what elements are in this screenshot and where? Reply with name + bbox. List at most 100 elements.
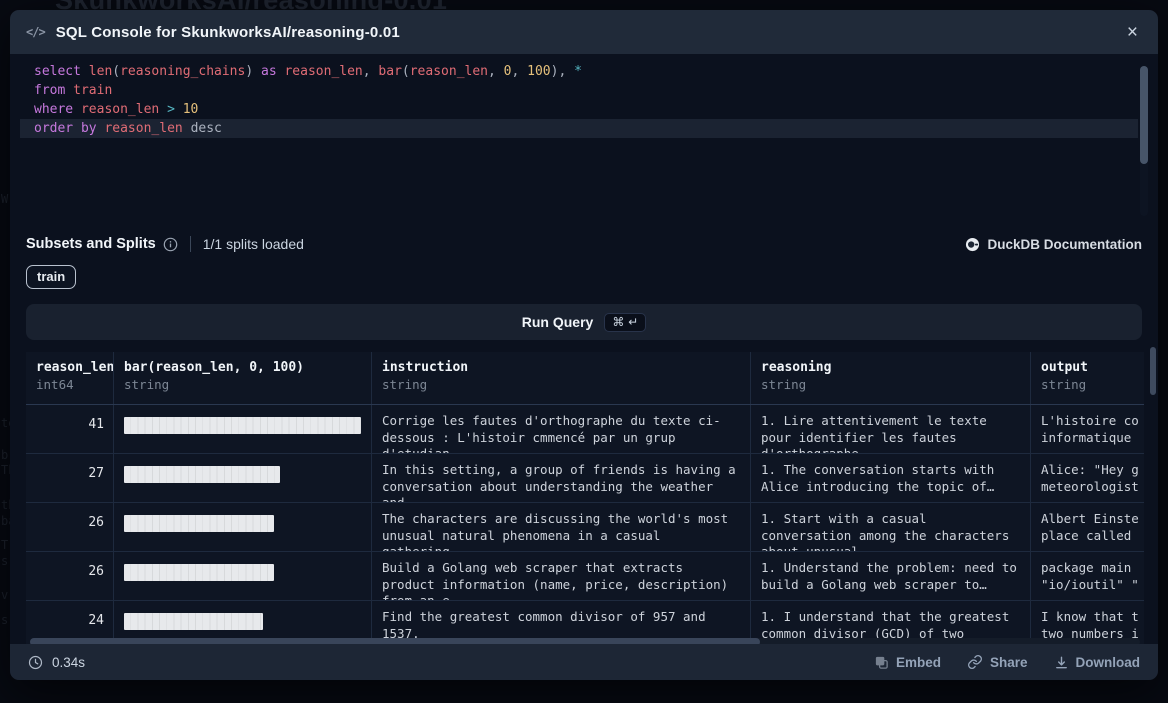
column-name: bar(reason_len, 0, 100) (124, 360, 361, 375)
sql-token (73, 121, 81, 136)
cell-bar (113, 503, 371, 551)
split-chips: train (10, 265, 1158, 289)
cell-bar (113, 405, 371, 453)
sql-token (65, 83, 73, 98)
sql-token: ( (402, 64, 410, 79)
duckdb-icon (965, 237, 980, 252)
table-vertical-scrollbar[interactable] (1150, 347, 1156, 637)
sql-token: where (34, 102, 73, 117)
cell-reasoning: 1. Understand the problem: need to build… (750, 552, 1030, 600)
cell-bar (113, 552, 371, 600)
share-button[interactable]: Share (967, 654, 1028, 670)
sql-token (73, 102, 81, 117)
sql-token: , (512, 64, 528, 79)
divider (190, 236, 191, 252)
share-link-icon (967, 654, 983, 670)
sql-token (253, 64, 261, 79)
sql-token: from (34, 83, 65, 98)
cell-instruction: Corrige les fautes d'orthographe du text… (371, 405, 750, 453)
sql-line-1[interactable]: select len(reasoning_chains) as reason_l… (20, 62, 1138, 81)
column-header-4: output string (1030, 352, 1144, 404)
sql-token: by (81, 121, 97, 136)
column-header-2: instruction string (371, 352, 750, 404)
cell-reason-len: 26 (26, 503, 113, 551)
splits-meta-row: Subsets and Splits 1/1 splits loaded Duc… (10, 232, 1158, 256)
sql-token: bar (378, 64, 401, 79)
cell-output: Albert Einste place called (1030, 503, 1144, 551)
splits-label: Subsets and Splits (26, 236, 156, 252)
column-type: string (382, 377, 740, 392)
table-scrollbar-thumb[interactable] (1150, 347, 1156, 395)
sql-token: len (89, 64, 112, 79)
column-header-3: reasoningstring (750, 352, 1030, 404)
embed-button[interactable]: Embed (874, 655, 941, 670)
sql-token: , (488, 64, 504, 79)
background-fragment: s (1, 613, 8, 627)
sql-token: reason_len (104, 121, 182, 136)
info-icon[interactable] (163, 237, 178, 252)
sql-token: select (34, 64, 81, 79)
results-table: reason_len int64 bar(reason_len, 0, 100) st… (26, 352, 1144, 648)
bar-visualization (124, 417, 361, 434)
duckdb-doc-link[interactable]: DuckDB Documentation (965, 237, 1142, 252)
sql-token: desc (191, 121, 222, 136)
run-query-label: Run Query (522, 314, 594, 330)
cell-reasoning: 1. The conversation starts with Alice in… (750, 454, 1030, 502)
column-type: string (124, 377, 361, 392)
cell-output: Alice: "Hey g meteorologist (1030, 454, 1144, 502)
background-fragment: b (1, 448, 8, 462)
modal-title: SQL Console for SkunkworksAI/reasoning-0… (56, 24, 400, 41)
cell-instruction: Build a Golang web scraper that extracts… (371, 552, 750, 600)
cell-output: package main "io/ioutil" " (1030, 552, 1144, 600)
table-row: 41 Corrige les fautes d'orthographe du te… (26, 405, 1144, 454)
cell-reasoning: 1. Lire attentivement le texte pour iden… (750, 405, 1030, 453)
download-button[interactable]: Download (1054, 655, 1141, 670)
sql-token: as (261, 64, 277, 79)
bar-visualization (124, 515, 274, 532)
cell-reason-len: 26 (26, 552, 113, 600)
table-row: 27 In this setting, a group of friends is… (26, 454, 1144, 503)
cell-instruction: In this setting, a group of friends is h… (371, 454, 750, 502)
sql-token: ( (112, 64, 120, 79)
sql-token: 0 (504, 64, 512, 79)
bar-visualization (124, 613, 263, 630)
background-fragment: v (1, 588, 8, 602)
sql-token: ), (551, 64, 574, 79)
sql-editor[interactable]: select len(reasoning_chains) as reason_l… (20, 62, 1138, 220)
sql-token: 10 (183, 102, 199, 117)
footer-actions: Embed Share Download (874, 654, 1140, 670)
cell-instruction: The characters are discussing the world'… (371, 503, 750, 551)
editor-scrollbar-thumb[interactable] (1140, 66, 1148, 164)
column-type: int64 (36, 377, 103, 392)
column-type: string (1041, 377, 1144, 392)
column-name: instruction (382, 360, 740, 375)
sql-console-modal: </> SQL Console for SkunkworksAI/reasoni… (10, 10, 1158, 680)
modal-header: </> SQL Console for SkunkworksAI/reasoni… (10, 10, 1158, 54)
background-fragment: T (1, 538, 8, 552)
editor-scrollbar[interactable] (1140, 66, 1148, 216)
background-fragment: W (1, 192, 8, 206)
sql-token: reason_len (410, 64, 488, 79)
sql-token (183, 121, 191, 136)
close-icon[interactable]: × (1123, 21, 1142, 44)
embed-icon (874, 655, 889, 670)
column-name: reasoning (761, 360, 1020, 375)
sql-line-2[interactable]: from train (20, 81, 1138, 100)
cell-reason-len: 41 (26, 405, 113, 453)
table-row: 26 Build a Golang web scraper that extrac… (26, 552, 1144, 601)
table-header-row: reason_len int64 bar(reason_len, 0, 100) st… (26, 352, 1144, 405)
cell-reason-len: 27 (26, 454, 113, 502)
column-name: output (1041, 360, 1144, 375)
run-query-button[interactable]: Run Query ⌘ ↵ (26, 304, 1142, 340)
query-time: 0.34s (28, 655, 85, 670)
sql-line-3[interactable]: where reason_len > 10 (20, 100, 1138, 119)
column-name: reason_len (36, 360, 103, 375)
sql-token (81, 64, 89, 79)
clock-icon (28, 655, 43, 670)
cell-reasoning: 1. Start with a casual conversation amon… (750, 503, 1030, 551)
split-chip-train[interactable]: train (26, 265, 76, 289)
sql-line-4[interactable]: order by reason_len desc (20, 119, 1138, 138)
code-icon: </> (26, 25, 45, 39)
modal-footer: 0.34s Embed Share Download (10, 644, 1158, 680)
sql-token: reason_len (81, 102, 159, 117)
